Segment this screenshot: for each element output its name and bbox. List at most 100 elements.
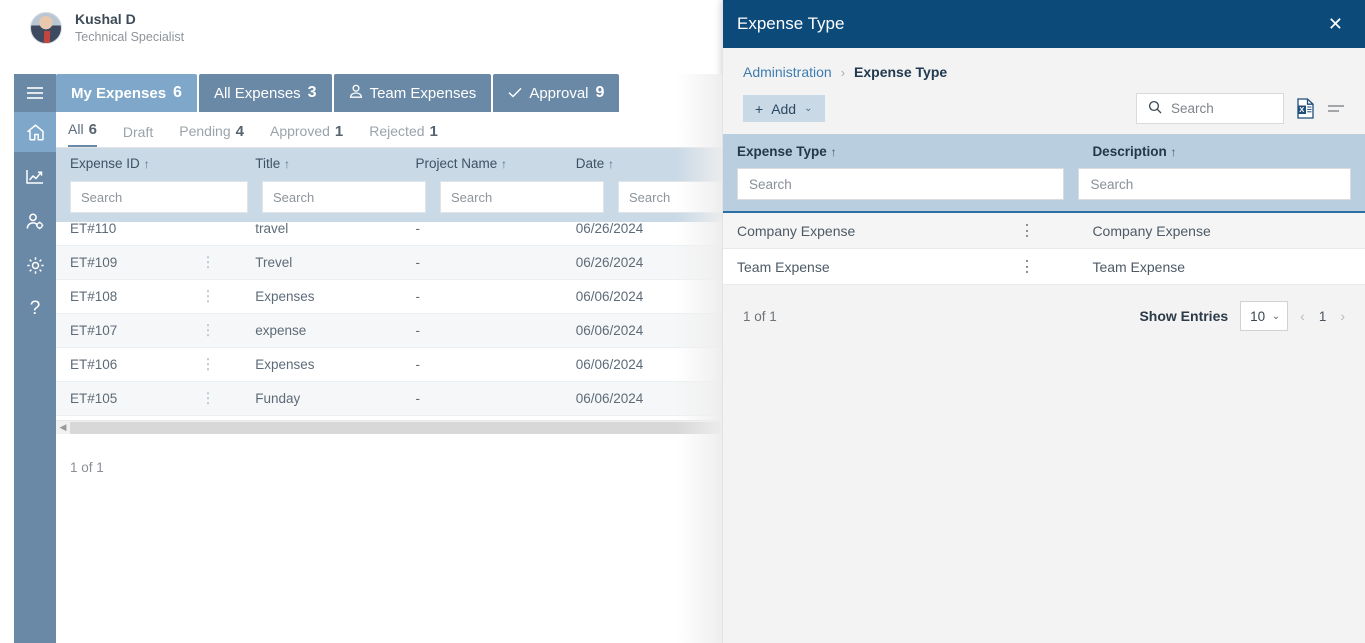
- cell-date: 06/26/2024: [575, 221, 644, 236]
- panel-pagination: Show Entries 10 ⌄ ‹ 1 ›: [1139, 301, 1345, 331]
- row-menu-icon[interactable]: [1026, 258, 1029, 274]
- subtab-approved[interactable]: Approved 1: [270, 123, 343, 147]
- cell-title: Expenses: [255, 289, 315, 304]
- col-header-description-label: Description: [1092, 144, 1167, 159]
- table-row[interactable]: Company Expense Company Expense: [723, 213, 1365, 249]
- col-header-title[interactable]: Title ↑: [241, 156, 401, 171]
- scroll-left-arrow-icon[interactable]: ◀: [56, 422, 70, 433]
- row-menu-icon[interactable]: [207, 323, 210, 339]
- search-input-description-placeholder: Search: [1090, 176, 1134, 192]
- col-header-date[interactable]: Date ↑: [562, 156, 722, 171]
- tab-approval[interactable]: Approval 9: [493, 74, 620, 112]
- tab-all-expenses[interactable]: All Expenses 3: [198, 74, 332, 112]
- row-menu-icon[interactable]: [207, 255, 210, 271]
- add-button[interactable]: + Add ⌄: [743, 95, 825, 122]
- search-input-title[interactable]: Search: [262, 181, 426, 213]
- entries-select-value: 10: [1250, 308, 1266, 324]
- cell-expense-id-text: ET#109: [70, 255, 118, 270]
- breadcrumb-administration[interactable]: Administration: [743, 64, 832, 80]
- page-number-1[interactable]: 1: [1319, 309, 1327, 324]
- panel-toolbar-right: Search X: [1136, 93, 1365, 124]
- col-header-expense-id-label: Expense ID: [70, 156, 140, 171]
- expense-type-table: Expense Type ↑ Description ↑ Search Sear…: [723, 134, 1365, 285]
- sidebar-item-user-admin[interactable]: [14, 202, 56, 240]
- cell-description: Team Expense: [1092, 258, 1186, 275]
- table-row[interactable]: ET#108 Expenses - 06/06/2024: [56, 280, 722, 314]
- tab-team-expenses[interactable]: Team Expenses: [333, 74, 492, 112]
- horizontal-scrollbar[interactable]: ◀: [56, 420, 722, 434]
- chevron-down-icon: ⌄: [1271, 310, 1281, 322]
- next-page-button[interactable]: ›: [1340, 308, 1345, 324]
- excel-export-icon[interactable]: X: [1296, 98, 1315, 119]
- panel-toolbar: + Add ⌄ Search X: [723, 80, 1365, 124]
- row-menu-icon[interactable]: [207, 357, 210, 373]
- subtab-pending[interactable]: Pending 4: [179, 123, 244, 147]
- row-menu-icon[interactable]: [207, 289, 210, 305]
- tab-my-expenses-label: My Expenses: [71, 84, 167, 102]
- svg-text:X: X: [1299, 105, 1304, 114]
- prev-page-button[interactable]: ‹: [1300, 308, 1305, 324]
- search-input-project-name[interactable]: Search: [440, 181, 604, 213]
- tab-my-expenses[interactable]: My Expenses 6: [56, 74, 197, 112]
- tab-approval-count: 9: [595, 84, 605, 101]
- sidebar-item-settings[interactable]: [14, 246, 56, 284]
- sort-arrow-icon: ↑: [830, 145, 837, 159]
- pager: ‹ 1 ›: [1300, 308, 1345, 324]
- subtab-rejected-label: Rejected: [369, 123, 425, 139]
- avatar: [30, 12, 62, 44]
- cell-expense-id: ET#108: [56, 289, 241, 304]
- subtab-rejected[interactable]: Rejected 1: [369, 123, 438, 147]
- cell-date: 06/06/2024: [575, 289, 644, 304]
- search-input-expense-id[interactable]: Search: [70, 181, 248, 213]
- search-cell-project-name: Search: [426, 181, 604, 213]
- cell-expense-id: ET#107: [56, 323, 241, 338]
- search-input-description[interactable]: Search: [1078, 168, 1351, 200]
- sidebar-item-home[interactable]: [14, 112, 56, 152]
- search-cell-expense-type: Search: [723, 168, 1078, 200]
- panel-header: Expense Type ✕: [723, 0, 1365, 48]
- sidebar-item-reports[interactable]: [14, 158, 56, 196]
- row-menu-icon[interactable]: [1026, 222, 1029, 238]
- subtab-all-label: All: [68, 121, 84, 137]
- main-content: My Expenses 6 All Expenses 3 Team Expens…: [56, 74, 782, 643]
- table-row[interactable]: ET#105 Funday - 06/06/2024: [56, 382, 722, 416]
- search-input-title-placeholder: Search: [273, 189, 315, 205]
- col-header-expense-type-label: Expense Type: [737, 144, 827, 159]
- gear-icon: [26, 256, 45, 275]
- entries-select[interactable]: 10 ⌄: [1240, 301, 1289, 331]
- cell-expense-type-text: Company Expense: [737, 222, 856, 239]
- user-role: Technical Specialist: [75, 30, 185, 44]
- close-icon[interactable]: ✕: [1322, 11, 1349, 37]
- panel-footer: 1 of 1 Show Entries 10 ⌄ ‹ 1 ›: [723, 285, 1365, 331]
- search-input-expense-type[interactable]: Search: [737, 168, 1065, 200]
- col-header-expense-type[interactable]: Expense Type ↑: [723, 144, 1078, 159]
- sort-arrow-icon: ↑: [608, 157, 615, 171]
- row-menu-icon[interactable]: [207, 391, 210, 407]
- cell-expense-id-text: ET#105: [70, 391, 118, 406]
- check-icon: [508, 85, 522, 102]
- panel-footer-count: 1 of 1: [743, 308, 777, 324]
- question-mark-icon: ?: [29, 298, 41, 319]
- table-row[interactable]: ET#109 Trevel - 06/26/2024: [56, 246, 722, 280]
- table-row[interactable]: ET#107 expense - 06/06/2024: [56, 314, 722, 348]
- col-header-expense-id[interactable]: Expense ID ↑: [56, 156, 241, 171]
- cell-project-name: -: [415, 289, 420, 304]
- sidebar-item-menu-toggle[interactable]: [14, 74, 56, 112]
- tab-team-expenses-label: Team Expenses: [369, 84, 477, 102]
- col-header-project-name[interactable]: Project Name ↑: [401, 156, 561, 171]
- sidebar-item-help[interactable]: ?: [14, 290, 56, 328]
- cell-expense-type: Company Expense: [723, 223, 1078, 239]
- cell-expense-id-text: ET#107: [70, 323, 118, 338]
- panel-search-input[interactable]: Search: [1136, 93, 1284, 124]
- expense-table: Expense ID ↑ Title ↑ Project Name ↑ Date…: [56, 148, 782, 475]
- show-entries-label: Show Entries: [1139, 308, 1229, 324]
- sort-arrow-icon: ↑: [501, 157, 508, 171]
- subtab-all[interactable]: All 6: [68, 121, 97, 147]
- scrollbar-thumb[interactable]: [70, 421, 720, 434]
- list-menu-icon[interactable]: [1327, 103, 1345, 115]
- subtab-draft[interactable]: Draft: [123, 124, 153, 147]
- cell-project-name: -: [415, 391, 420, 406]
- table-row[interactable]: Team Expense Team Expense: [723, 249, 1365, 285]
- col-header-description[interactable]: Description ↑: [1078, 144, 1365, 159]
- table-row[interactable]: ET#106 Expenses - 06/06/2024: [56, 348, 722, 382]
